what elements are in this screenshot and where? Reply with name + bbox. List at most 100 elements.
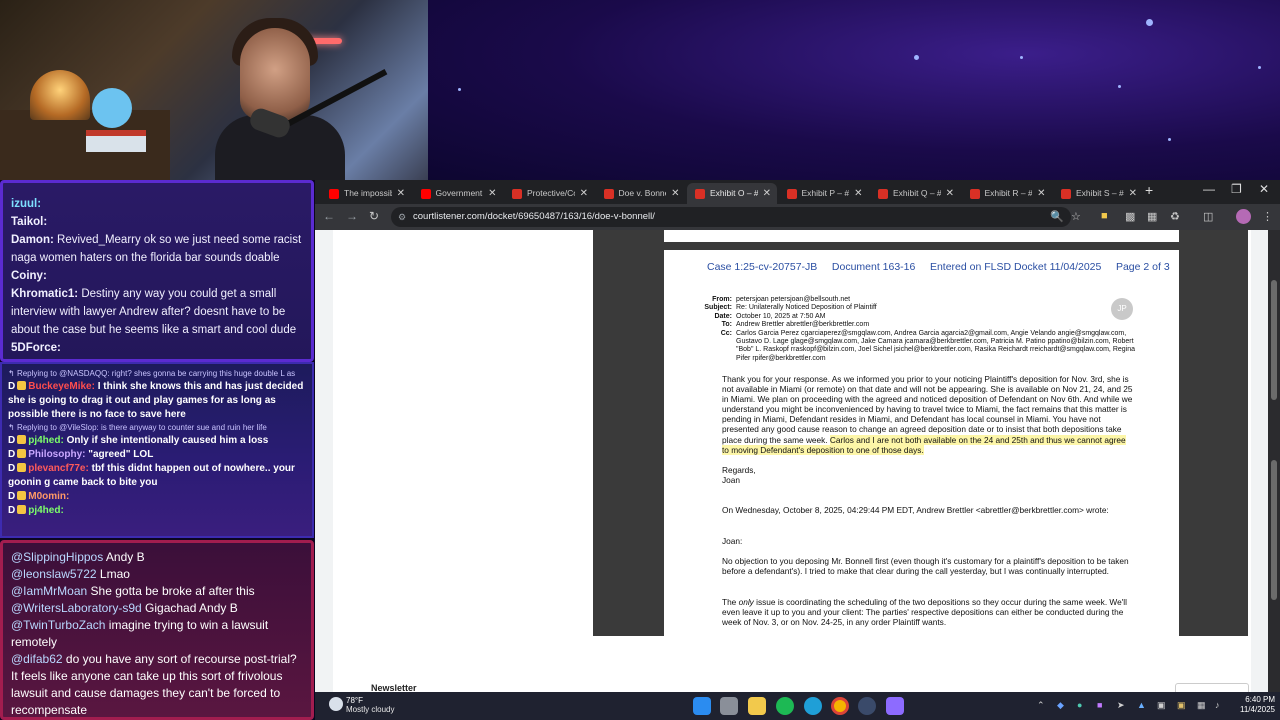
youtube-icon <box>420 188 431 199</box>
minimize-button[interactable]: — <box>1203 182 1215 196</box>
close-tab-icon[interactable]: ✕ <box>671 183 679 204</box>
tab-title: Exhibit R – #1 <box>984 188 1033 198</box>
side-panel-icon[interactable]: ◫ <box>1203 210 1213 223</box>
chat-username[interactable]: pj4hed: <box>28 505 64 516</box>
chat-username[interactable]: @WritersLaboratory-s9d <box>11 601 142 615</box>
chat-username[interactable]: Coiny: <box>11 270 47 282</box>
reply-text: Replying to @VileSlop: is there anyway t… <box>16 423 267 432</box>
chat-username[interactable]: M0omin: <box>28 491 69 502</box>
start-windows-icon[interactable] <box>693 697 711 715</box>
close-tab-icon[interactable]: ✕ <box>763 183 771 204</box>
quoted-intro: On Wednesday, October 8, 2025, 04:29:44 … <box>722 505 1109 515</box>
tray-app-icon[interactable]: ▣ <box>1177 700 1186 711</box>
chrome-icon[interactable] <box>831 697 849 715</box>
weather-widget[interactable]: 78°F Mostly cloudy <box>346 696 394 714</box>
close-tab-icon[interactable]: ✕ <box>397 183 405 204</box>
platform-badge-icon: D <box>8 491 16 502</box>
page-scrollbar-thumb[interactable] <box>1271 460 1277 600</box>
chat-username[interactable]: @SlippingHippos <box>11 550 103 564</box>
email-header-value: Carlos Garcia Perez cgarciaperez@smgqlaw… <box>736 329 1135 362</box>
browser-tab[interactable]: Exhibit O – #1 ✕ <box>687 183 777 204</box>
tray-app-icon[interactable]: ▣ <box>1157 700 1166 711</box>
signoff-text: Joan <box>722 475 740 486</box>
browser-tab[interactable]: Exhibit P – #1 ✕ <box>779 183 869 204</box>
tab-title: Exhibit Q – #1 <box>893 188 941 198</box>
weather-cloud-icon <box>329 697 343 711</box>
page-scrollbar-upper-thumb[interactable] <box>1271 280 1277 400</box>
app-icon[interactable] <box>886 697 904 715</box>
close-tab-icon[interactable]: ✕ <box>1129 183 1137 204</box>
chat-username[interactable]: BuckeyeMike: <box>28 381 95 392</box>
close-tab-icon[interactable]: ✕ <box>580 183 588 204</box>
puzzle-extensions-icon[interactable]: ♻ <box>1170 210 1180 223</box>
back-arrow-icon[interactable]: ← <box>323 209 335 223</box>
file-explorer-icon[interactable] <box>748 697 766 715</box>
weather-temp: 78°F <box>346 696 363 705</box>
zoom-icon[interactable]: 🔍 <box>1050 210 1064 223</box>
close-tab-icon[interactable]: ✕ <box>1037 183 1045 204</box>
chat-username[interactable]: Khromatic1: <box>11 288 78 300</box>
newsletter-input[interactable] <box>1175 683 1249 692</box>
paragraph-3-emphasis: only <box>738 597 754 607</box>
site-info-icon[interactable]: ⚙ <box>398 207 406 227</box>
steam-icon[interactable] <box>858 697 876 715</box>
browser-tab[interactable]: Exhibit R – #1 ✕ <box>962 183 1052 204</box>
tab-title: The impossibl <box>344 188 392 198</box>
chat-username[interactable]: Philosophy: <box>28 449 85 460</box>
tray-app-icon[interactable]: ➤ <box>1117 700 1125 711</box>
page-scrollbar[interactable] <box>1268 230 1280 692</box>
browser-tab[interactable]: The impossibl ✕ <box>321 183 411 204</box>
tray-app-icon[interactable]: ▲ <box>1137 700 1146 710</box>
chat-text: "agreed" LOL <box>88 449 154 460</box>
system-clock[interactable]: 6:40 PM 11/4/2025 <box>1229 695 1275 715</box>
tray-app-icon[interactable]: ◆ <box>1057 700 1064 711</box>
email-header-key: Date: <box>714 312 732 320</box>
browser-tab[interactable]: Doe v. Bonne ✕ <box>596 183 686 204</box>
close-tab-icon[interactable]: ✕ <box>946 183 954 204</box>
close-tab-icon[interactable]: ✕ <box>488 183 496 204</box>
maximize-button[interactable]: ❐ <box>1231 182 1242 196</box>
chat-message: @TwinTurboZach imagine trying to win a l… <box>11 617 303 651</box>
folder-icon[interactable]: ■ <box>1101 210 1108 222</box>
spotify-icon[interactable] <box>776 697 794 715</box>
reload-icon[interactable]: ↻ <box>369 209 379 223</box>
bookmark-star-icon[interactable]: ☆ <box>1071 210 1081 223</box>
chat-username[interactable]: @leonslaw5722 <box>11 567 97 581</box>
tab-title: Government I <box>435 188 484 198</box>
edge-icon[interactable] <box>804 697 822 715</box>
chat-username[interactable]: @IamMrMoan <box>11 584 87 598</box>
tray-app-icon[interactable]: ■ <box>1097 700 1102 710</box>
chat-username[interactable]: @TwinTurboZach <box>11 618 105 632</box>
menu-kebab-icon[interactable]: ⋮ <box>1262 210 1273 223</box>
email-header-value: Andrew Brettler abrettler@berkbrettler.c… <box>736 321 870 329</box>
extension-trash-icon[interactable]: ▩ <box>1125 210 1135 223</box>
pdf-viewer[interactable]: Case 1:25-cv-20757-JB Document 163-16 En… <box>593 230 1248 636</box>
chat-username[interactable]: plevancf77e: <box>28 463 89 474</box>
email-header-value: October 10, 2025 at 7:50 AM <box>736 312 826 320</box>
email-header-key: From: <box>712 296 732 303</box>
extension-icon[interactable]: ▦ <box>1147 210 1157 223</box>
chat-username[interactable]: Damon: <box>11 234 54 246</box>
browser-tab[interactable]: Exhibit S – #1 ✕ <box>1053 183 1143 204</box>
address-bar[interactable]: ⚙ courtlistener.com/docket/69650487/163/… <box>391 207 1071 227</box>
volume-icon[interactable]: ♪ <box>1215 700 1220 710</box>
browser-tab[interactable]: Exhibit Q – #1 ✕ <box>870 183 960 204</box>
browser-tab[interactable]: Protective/Co ✕ <box>504 183 594 204</box>
chat-username[interactable]: Taikol: <box>11 216 47 228</box>
network-icon[interactable]: ▦ <box>1197 700 1206 711</box>
close-tab-icon[interactable]: ✕ <box>854 183 862 204</box>
browser-tab[interactable]: Government I ✕ <box>413 183 503 204</box>
tray-chevron-icon[interactable]: ⌃ <box>1037 700 1045 711</box>
tray-app-icon[interactable]: ● <box>1077 700 1082 710</box>
task-view-icon[interactable] <box>720 697 738 715</box>
chat-username[interactable]: izuul: <box>11 198 41 210</box>
forward-arrow-icon[interactable]: → <box>346 209 358 223</box>
chat-username[interactable]: pj4hed: <box>28 435 64 446</box>
chat-username[interactable]: 5DForce: <box>11 342 61 354</box>
chat-username[interactable]: @difab62 <box>11 652 63 666</box>
subscriber-badge-icon <box>17 463 27 472</box>
new-tab-button[interactable]: + <box>1145 182 1153 198</box>
profile-avatar[interactable] <box>1236 209 1251 224</box>
close-window-button[interactable]: ✕ <box>1259 182 1269 196</box>
regards-text: Regards, <box>722 465 756 475</box>
